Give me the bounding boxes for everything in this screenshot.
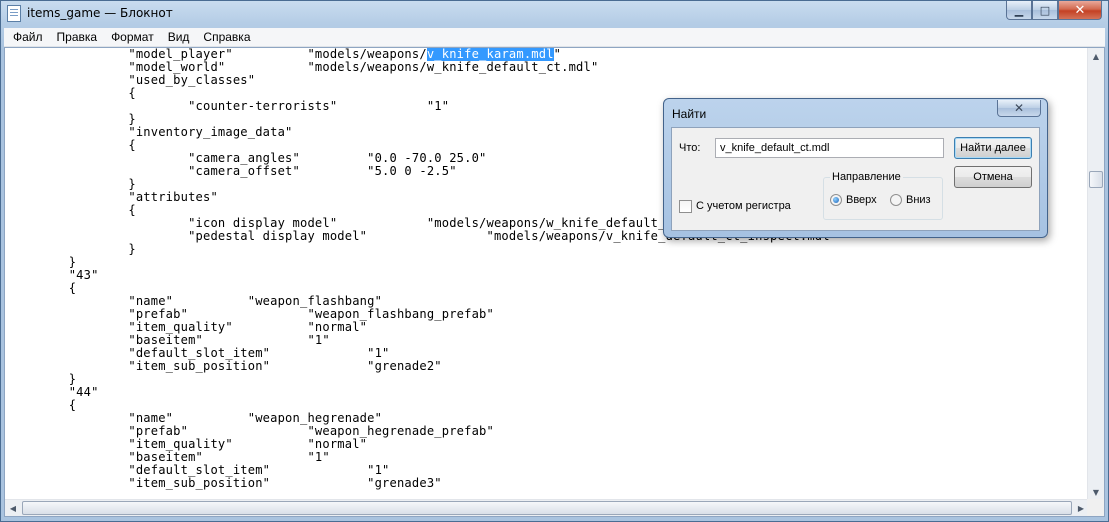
- line-text: "attributes": [9, 190, 218, 204]
- scroll-up-icon[interactable]: ▲: [1088, 48, 1104, 64]
- line-text: "default_slot_item" "1": [9, 346, 390, 360]
- line-text: "prefab" "weapon_hegrenade_prefab": [9, 424, 494, 438]
- line-text: "baseitem" "1": [9, 333, 330, 347]
- maximize-button[interactable]: □: [1032, 1, 1058, 20]
- line-text: }: [9, 255, 77, 269]
- text-line[interactable]: "item_sub_position" "grenade3": [9, 477, 442, 490]
- line-text: }: [9, 112, 136, 126]
- find-dialog-title: Найти: [672, 107, 707, 121]
- direction-up-radio[interactable]: [830, 194, 842, 206]
- line-text: }: [9, 177, 136, 191]
- line-text: {: [9, 203, 136, 217]
- line-text: }: [9, 372, 77, 386]
- line-text: "item_quality" "normal": [9, 437, 368, 451]
- find-what-input[interactable]: v_knife_default_ct.mdl: [715, 138, 944, 158]
- line-text: {: [9, 398, 77, 412]
- line-text: "default_slot_item" "1": [9, 463, 390, 477]
- menu-edit[interactable]: Правка: [50, 28, 105, 47]
- vertical-scrollbar[interactable]: ▲ ▼: [1087, 48, 1104, 500]
- line-text: "icon display model" "models/weapons/w_k…: [9, 216, 718, 230]
- horizontal-scroll-thumb[interactable]: [22, 501, 1072, 515]
- match-case-checkbox[interactable]: [679, 200, 692, 213]
- direction-down-radio[interactable]: [890, 194, 902, 206]
- notepad-app-icon[interactable]: [7, 5, 21, 22]
- line-text: "inventory_image_data": [9, 125, 293, 139]
- menu-file[interactable]: Файл: [6, 28, 50, 47]
- line-text: {: [9, 86, 136, 100]
- notepad-window: items_game — Блокнот ▁ □ ✕ Файл Правка Ф…: [0, 0, 1109, 522]
- line-text: }: [9, 242, 136, 256]
- line-text: "item_sub_position" "grenade3": [9, 476, 442, 490]
- find-what-label: Что:: [679, 142, 701, 154]
- menu-format[interactable]: Формат: [104, 28, 161, 47]
- window-title: items_game — Блокнот: [27, 6, 173, 20]
- find-dialog: Найти ✕ Что: v_knife_default_ct.mdl Найт…: [663, 98, 1048, 238]
- direction-group: Направление Вверх Вниз: [823, 171, 943, 220]
- line-text: "item_sub_position" "grenade2": [9, 359, 442, 373]
- caption-buttons: ▁ □ ✕: [1006, 1, 1102, 20]
- line-text: "model_world" "models/weapons/w_knife_de…: [9, 60, 599, 74]
- menu-view[interactable]: Вид: [161, 28, 197, 47]
- vertical-scroll-thumb[interactable]: [1089, 171, 1103, 188]
- direction-label: Направление: [830, 171, 903, 183]
- line-text: "name" "weapon_hegrenade": [9, 411, 383, 425]
- line-text: {: [9, 138, 136, 152]
- line-text: "name" "weapon_flashbang": [9, 294, 383, 308]
- scrollbar-corner: [1087, 499, 1104, 516]
- cancel-button[interactable]: Отмена: [954, 166, 1032, 188]
- title-bar[interactable]: items_game — Блокнот ▁ □ ✕: [1, 1, 1108, 27]
- line-text: "prefab" "weapon_flashbang_prefab": [9, 307, 494, 321]
- close-button[interactable]: ✕: [1058, 1, 1102, 20]
- match-case-label[interactable]: С учетом регистра: [696, 200, 791, 212]
- line-text: "43": [9, 268, 99, 282]
- line-text: {: [9, 281, 77, 295]
- horizontal-scrollbar[interactable]: ◀ ▶: [5, 499, 1089, 516]
- direction-down-label[interactable]: Вниз: [906, 194, 931, 206]
- scroll-left-icon[interactable]: ◀: [5, 500, 21, 516]
- direction-up-label[interactable]: Вверх: [846, 194, 877, 206]
- line-text: "item_quality" "normal": [9, 320, 368, 334]
- menu-bar: Файл Правка Формат Вид Справка: [4, 28, 1105, 47]
- line-text: "used_by_classes": [9, 73, 256, 87]
- menu-help[interactable]: Справка: [196, 28, 257, 47]
- find-dialog-close-button[interactable]: ✕: [997, 100, 1041, 117]
- find-next-button[interactable]: Найти далее: [954, 137, 1032, 159]
- minimize-button[interactable]: ▁: [1006, 1, 1032, 20]
- line-text: "baseitem" "1": [9, 450, 330, 464]
- find-dialog-body: Что: v_knife_default_ct.mdl Найти далее …: [671, 127, 1040, 231]
- line-text: "counter-terrorists" "1": [9, 99, 450, 113]
- line-text: "camera_angles" "0.0 -70.0 25.0": [9, 151, 487, 165]
- line-text: "44": [9, 385, 99, 399]
- scroll-down-icon[interactable]: ▼: [1088, 484, 1104, 500]
- line-text: "camera_offset" "5.0 0 -2.5": [9, 164, 457, 178]
